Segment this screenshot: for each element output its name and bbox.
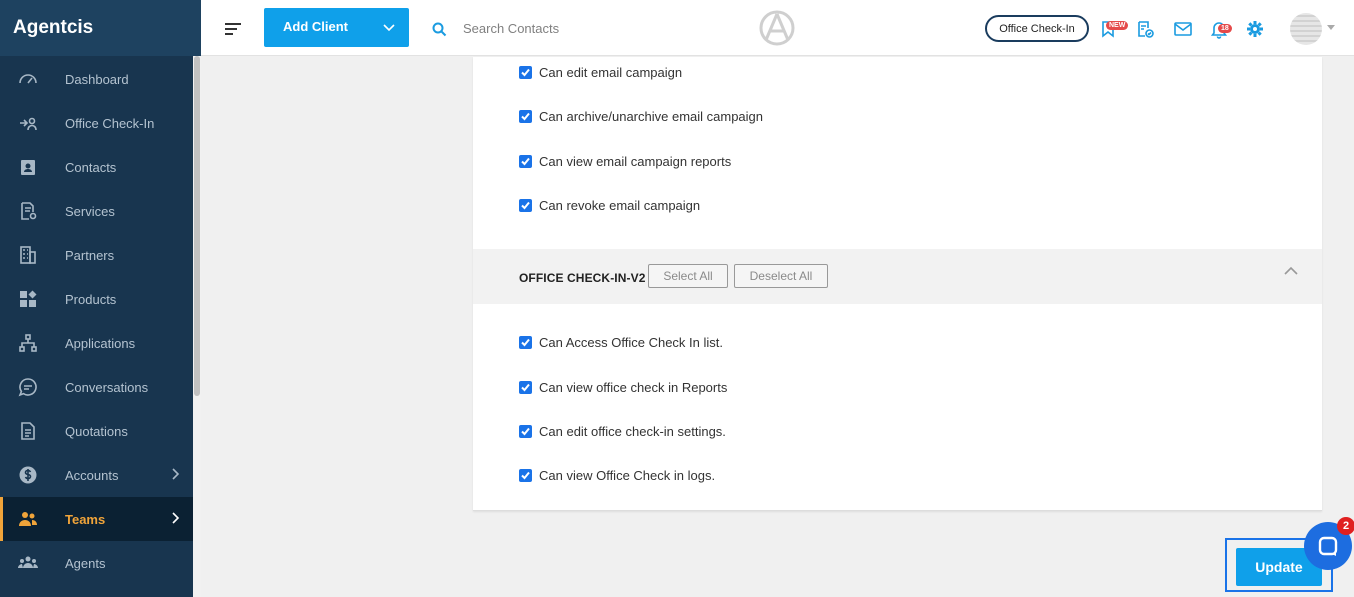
section-title: OFFICE CHECK-IN-V2	[519, 271, 646, 285]
sidebar-item-contacts[interactable]: Contacts	[0, 145, 193, 189]
permission-item[interactable]: Can revoke email campaign	[519, 198, 700, 213]
add-client-label: Add Client	[283, 18, 348, 34]
sidebar-item-label: Accounts	[65, 467, 119, 483]
permission-item[interactable]: Can edit email campaign	[519, 65, 682, 80]
scrollbar-thumb[interactable]	[194, 56, 200, 396]
deselect-all-button[interactable]: Deselect All	[734, 264, 828, 288]
chevron-up-icon[interactable]	[1284, 263, 1298, 275]
sidebar-item-quotations[interactable]: Quotations	[0, 409, 193, 453]
document-icon	[17, 420, 39, 442]
sidebar-item-conversations[interactable]: Conversations	[0, 365, 193, 409]
contact-card-icon	[17, 156, 39, 178]
sidebar-item-dashboard[interactable]: Dashboard	[0, 57, 193, 101]
chat-icon	[17, 376, 39, 398]
sidebar-item-services[interactable]: Services	[0, 189, 193, 233]
permission-item[interactable]: Can edit office check-in settings.	[519, 424, 726, 439]
checkbox-checked[interactable]	[519, 336, 532, 349]
chat-unread-badge: 2	[1337, 517, 1354, 535]
permission-label: Can view office check in Reports	[539, 380, 728, 395]
sidebar-item-label: Partners	[65, 247, 115, 263]
search-icon[interactable]	[432, 22, 447, 37]
permission-label: Can view Office Check in logs.	[539, 468, 716, 483]
permission-label: Can edit office check-in settings.	[539, 424, 726, 439]
section-header-office-check-in: OFFICE CHECK-IN-V2 Select All Deselect A…	[473, 249, 1322, 304]
avatar[interactable]	[1290, 13, 1322, 45]
sidebar-item-label: Services	[65, 203, 115, 219]
sidebar-item-label: Office Check-In	[65, 115, 155, 131]
gauge-icon	[17, 68, 39, 90]
products-icon	[17, 288, 39, 310]
sidebar-item-label: Dashboard	[65, 71, 129, 87]
chat-bubble-icon	[1318, 536, 1338, 556]
permission-item[interactable]: Can Access Office Check In list.	[519, 335, 723, 350]
permission-label: Can Access Office Check In list.	[539, 335, 723, 350]
checkbox-checked[interactable]	[519, 381, 532, 394]
checkbox-checked[interactable]	[519, 199, 532, 212]
topbar: Add Client Office Check-In NEW 18	[201, 0, 1354, 56]
sidebar-item-label: Teams	[65, 511, 106, 527]
permission-item[interactable]: Can view office check in Reports	[519, 380, 727, 395]
agentcis-logo-icon	[758, 9, 796, 47]
brand-logo[interactable]: Agentcis	[0, 0, 201, 56]
sidebar-scrollbar[interactable]	[193, 56, 201, 597]
sidebar-item-label: Quotations	[65, 423, 128, 439]
checkbox-checked[interactable]	[519, 110, 532, 123]
flow-icon	[17, 332, 39, 354]
caret-down-icon[interactable]	[1327, 25, 1335, 30]
sidebar-item-products[interactable]: Products	[0, 277, 193, 321]
check-in-icon	[17, 112, 39, 134]
select-all-button[interactable]: Select All	[648, 264, 728, 288]
search-input[interactable]	[463, 16, 663, 40]
sidebar-item-applications[interactable]: Applications	[0, 321, 193, 365]
checkbox-checked[interactable]	[519, 66, 532, 79]
sidebar-item-label: Contacts	[65, 159, 117, 175]
sidebar-item-label: Agents	[65, 555, 106, 571]
hamburger-menu-icon[interactable]	[225, 23, 241, 35]
team-icon	[17, 508, 39, 530]
sidebar-item-accounts[interactable]: Accounts	[0, 453, 193, 497]
sidebar-nav: Dashboard Office Check-In Contacts Servi…	[0, 57, 193, 585]
sidebar-item-office-check-in[interactable]: Office Check-In	[0, 101, 193, 145]
checkbox-checked[interactable]	[519, 469, 532, 482]
sidebar-item-label: Products	[65, 291, 117, 307]
notification-count-badge: 18	[1218, 24, 1232, 33]
permission-label: Can archive/unarchive email campaign	[539, 109, 764, 124]
permission-label: Can edit email campaign	[539, 65, 683, 80]
permission-item[interactable]: Can archive/unarchive email campaign	[519, 109, 763, 124]
sidebar-item-partners[interactable]: Partners	[0, 233, 193, 277]
sidebar-item-label: Applications	[65, 335, 136, 351]
permission-label: Can view email campaign reports	[539, 154, 732, 169]
permission-item[interactable]: Can view email campaign reports	[519, 154, 731, 169]
new-badge: NEW	[1106, 21, 1129, 30]
task-check-icon[interactable]	[1135, 19, 1155, 39]
sidebar: Agentcis Dashboard Office Check-In Conta…	[0, 0, 201, 597]
office-check-in-button[interactable]: Office Check-In	[985, 15, 1089, 42]
building-icon	[17, 244, 39, 266]
permissions-panel: Can edit email campaign Can archive/unar…	[473, 57, 1322, 511]
chevron-right-icon	[171, 511, 181, 525]
checkbox-checked[interactable]	[519, 155, 532, 168]
permission-label: Can revoke email campaign	[539, 198, 701, 213]
dollar-icon	[17, 464, 39, 486]
sidebar-item-label: Conversations	[65, 379, 149, 395]
chevron-down-icon[interactable]	[369, 8, 409, 47]
chevron-right-icon	[171, 467, 181, 481]
agents-icon	[17, 552, 39, 574]
permission-item[interactable]: Can view Office Check in logs.	[519, 468, 715, 483]
gear-icon[interactable]	[1245, 19, 1265, 39]
sidebar-item-teams[interactable]: Teams	[0, 497, 193, 541]
checkbox-checked[interactable]	[519, 425, 532, 438]
mail-icon[interactable]	[1173, 19, 1193, 39]
add-client-button[interactable]: Add Client	[264, 8, 409, 47]
services-icon	[17, 200, 39, 222]
sidebar-item-agents[interactable]: Agents	[0, 541, 193, 585]
